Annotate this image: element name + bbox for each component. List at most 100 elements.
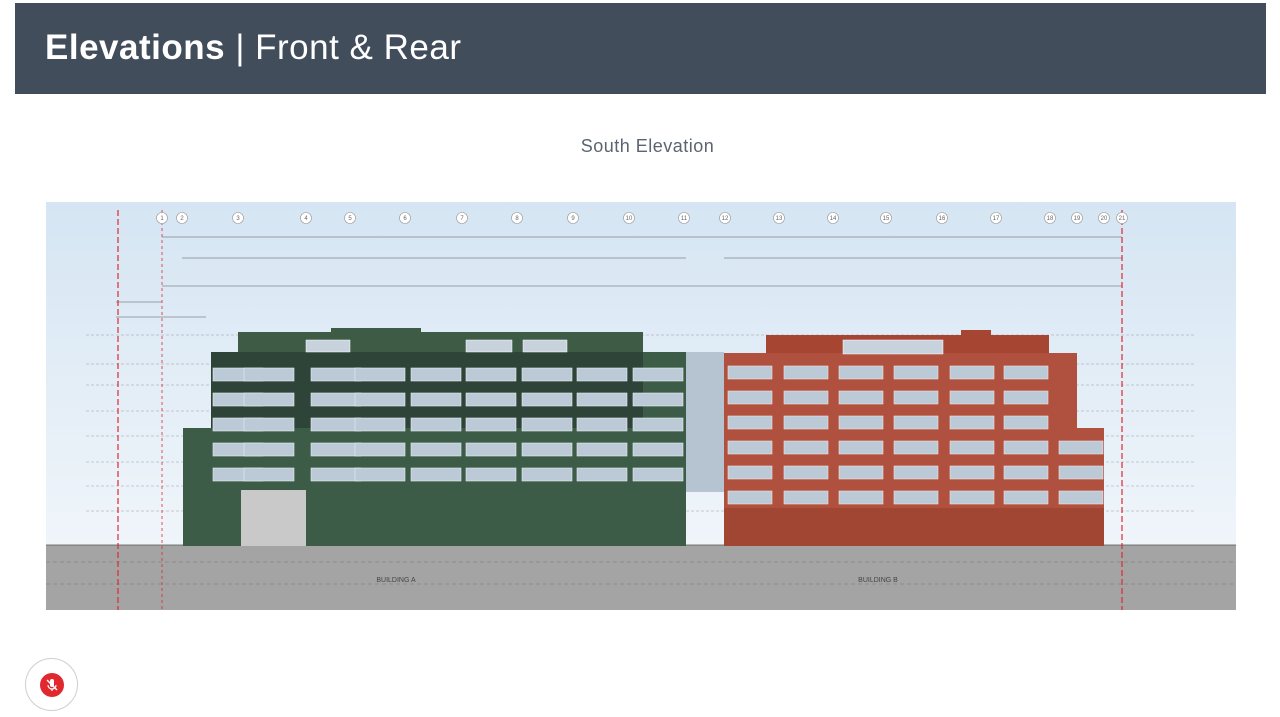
window	[1003, 440, 1049, 455]
window	[838, 465, 884, 480]
window	[521, 442, 573, 457]
window	[354, 442, 406, 457]
grid-bubble-label: 12	[722, 216, 729, 222]
connector	[686, 352, 724, 492]
grid-bubble-label: 19	[1074, 216, 1081, 222]
window	[949, 365, 995, 380]
window	[310, 367, 362, 382]
window	[576, 392, 628, 407]
window	[783, 440, 829, 455]
window	[893, 415, 939, 430]
window	[727, 440, 773, 455]
window	[465, 417, 517, 432]
window	[243, 392, 295, 407]
window	[354, 367, 406, 382]
window	[838, 365, 884, 380]
window	[838, 390, 884, 405]
grid-bubble-label: 13	[776, 216, 783, 222]
window	[632, 442, 684, 457]
window	[727, 390, 773, 405]
window	[893, 365, 939, 380]
window	[465, 392, 517, 407]
window	[310, 467, 362, 482]
window	[1003, 490, 1049, 505]
window	[727, 465, 773, 480]
window	[410, 467, 462, 482]
window	[949, 415, 995, 430]
ground	[46, 545, 1236, 610]
window	[783, 390, 829, 405]
title-separator: |	[235, 28, 245, 67]
grid-bubble-label: 17	[993, 216, 1000, 222]
header-bar: Elevations | Front & Rear	[15, 3, 1266, 94]
window	[310, 442, 362, 457]
window	[521, 392, 573, 407]
window	[1058, 465, 1104, 480]
window	[632, 367, 684, 382]
window	[727, 490, 773, 505]
window	[1003, 415, 1049, 430]
window	[783, 490, 829, 505]
window	[838, 415, 884, 430]
window	[410, 442, 462, 457]
window	[1003, 390, 1049, 405]
title-main: Elevations	[45, 28, 226, 67]
window	[465, 467, 517, 482]
window	[354, 392, 406, 407]
window	[949, 465, 995, 480]
window	[783, 465, 829, 480]
microphone-off-icon	[40, 673, 64, 697]
window	[576, 367, 628, 382]
window	[521, 367, 573, 382]
mute-button[interactable]	[25, 658, 78, 711]
elevation-heading: South Elevation	[580, 136, 715, 156]
window	[1058, 490, 1104, 505]
title-sub: Front & Rear	[255, 28, 462, 67]
window	[576, 417, 628, 432]
window	[893, 390, 939, 405]
window	[310, 392, 362, 407]
grid-bubble-label: 10	[626, 216, 633, 222]
grid-bubble-label: 18	[1047, 216, 1054, 222]
building-b	[724, 330, 1104, 546]
window	[632, 392, 684, 407]
elevation-drawing: 1 2 3 4 5 6 7 8 9 10 11 12 13 14 15 16 17 18 19 20 21 BUILDI…	[46, 202, 1236, 610]
window	[1003, 465, 1049, 480]
window	[949, 490, 995, 505]
window	[410, 417, 462, 432]
window	[1058, 440, 1104, 455]
window	[632, 467, 684, 482]
grid-bubble-label: 14	[830, 216, 837, 222]
window	[310, 417, 362, 432]
window	[354, 467, 406, 482]
window	[243, 367, 295, 382]
window	[893, 490, 939, 505]
window	[893, 465, 939, 480]
grid-bubble-label: 20	[1101, 216, 1108, 222]
building-a	[183, 328, 686, 546]
window	[465, 442, 517, 457]
window	[949, 440, 995, 455]
window	[521, 467, 573, 482]
window	[521, 417, 573, 432]
window	[893, 440, 939, 455]
window	[243, 442, 295, 457]
grid-bubble-label: 21	[1119, 216, 1126, 222]
window	[354, 417, 406, 432]
window	[949, 390, 995, 405]
building-b-label: BUILDING B	[858, 577, 898, 584]
window	[410, 392, 462, 407]
window	[838, 490, 884, 505]
page-title: Elevations | Front & Rear	[45, 28, 462, 68]
grid-bubble-label: 16	[939, 216, 946, 222]
window	[783, 365, 829, 380]
window	[783, 415, 829, 430]
window	[838, 440, 884, 455]
window	[632, 417, 684, 432]
window	[1003, 365, 1049, 380]
window	[243, 417, 295, 432]
window	[243, 467, 295, 482]
window	[410, 367, 462, 382]
window	[576, 467, 628, 482]
grid-bubble-label: 15	[883, 216, 890, 222]
